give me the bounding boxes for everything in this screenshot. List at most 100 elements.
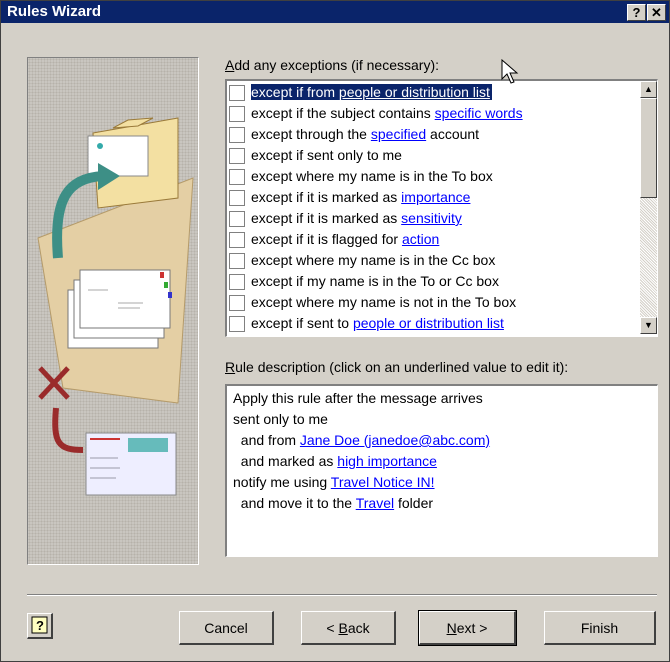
exception-text-before: except if sent only to me [251, 147, 402, 163]
description-label-accesskey: R [225, 359, 236, 375]
exception-checkbox[interactable] [229, 253, 245, 269]
exception-text: except if it is marked as importance [251, 189, 470, 205]
exception-checkbox[interactable] [229, 316, 245, 332]
exception-text: except where my name is in the Cc box [251, 252, 495, 268]
exception-item[interactable]: except if from people or distribution li… [227, 83, 637, 104]
description-link[interactable]: high importance [337, 453, 437, 469]
exception-text: except if it is flagged for action [251, 231, 439, 247]
exception-checkbox[interactable] [229, 232, 245, 248]
description-label-text: ule description (click on an underlined … [235, 359, 569, 375]
description-text-before: and from [233, 432, 300, 448]
exception-checkbox[interactable] [229, 106, 245, 122]
exception-text-before: except where my name is in the To box [251, 168, 493, 184]
rules-wizard-window: Rules Wizard ? ✕ Add any exceptions (if … [0, 0, 670, 662]
next-button-accesskey: N [446, 620, 457, 636]
exception-text: except if the subject contains specific … [251, 105, 523, 121]
exception-text: except where my name is in the To box [251, 168, 493, 184]
exception-item[interactable]: except where my name is not in the To bo… [227, 293, 637, 314]
cancel-button[interactable]: Cancel [179, 611, 274, 645]
exception-item[interactable]: except if it is flagged for action [227, 230, 637, 251]
exception-item[interactable]: except if it is marked as importance [227, 188, 637, 209]
window-title: Rules Wizard [7, 3, 102, 20]
description-text-after: folder [394, 495, 434, 511]
exception-text: except if sent to people or distribution… [251, 315, 504, 331]
svg-text:?: ? [36, 618, 44, 633]
exception-item[interactable]: except if sent to people or distribution… [227, 314, 637, 335]
next-button-label: ext > [456, 620, 488, 636]
exception-link[interactable]: people or distribution list [339, 84, 490, 100]
exception-text-before: except through the [251, 126, 371, 142]
exception-text-before: except if sent to [251, 315, 353, 331]
description-text-before: sent only to me [233, 411, 328, 427]
description-link[interactable]: Travel [356, 495, 394, 511]
back-button-accesskey: B [338, 620, 348, 636]
exception-text: except through the specified account [251, 126, 479, 142]
exception-checkbox[interactable] [229, 274, 245, 290]
exception-text-before: except where my name is not in the To bo… [251, 294, 517, 310]
exception-text: except where my name is not in the To bo… [251, 294, 516, 310]
exception-link[interactable]: importance [401, 189, 470, 205]
next-button[interactable]: Next > [418, 610, 517, 646]
exception-item[interactable]: except if my name is in the To or Cc box [227, 272, 637, 293]
exception-text: except if it is marked as sensitivity [251, 210, 462, 226]
description-text-before: and marked as [233, 453, 338, 469]
description-text-before: notify me using [233, 474, 331, 490]
exception-checkbox[interactable] [229, 295, 245, 311]
wizard-illustration [27, 57, 199, 565]
description-link[interactable]: Jane Doe (janedoe@abc.com) [300, 432, 490, 448]
exception-text: except if sent only to me [251, 147, 402, 163]
back-button-prefix: < [326, 620, 339, 636]
exception-text-before: except where my name is in the Cc box [251, 252, 496, 268]
exception-text-before: except if it is marked as [251, 210, 402, 226]
back-button[interactable]: < Back [301, 611, 396, 645]
exception-item[interactable]: except if sent only to me [227, 146, 637, 167]
exception-item[interactable]: except where my name is in the Cc box [227, 251, 637, 272]
exception-text-before: except if it is flagged for [251, 231, 402, 247]
exception-link[interactable]: specific words [435, 105, 523, 121]
rule-description-box[interactable]: Apply this rule after the message arrive… [225, 384, 658, 557]
exception-link[interactable]: action [402, 231, 439, 247]
exception-link[interactable]: specified [371, 126, 426, 142]
exceptions-scrollbar[interactable]: ▲ ▼ [640, 81, 657, 334]
exception-text-before: except if the subject contains [251, 105, 435, 121]
exception-text-after: account [426, 126, 480, 142]
mouse-cursor-icon [501, 59, 519, 84]
description-line: and from Jane Doe (janedoe@abc.com) [233, 432, 490, 448]
description-line: notify me using Travel Notice IN! [233, 474, 435, 490]
exception-checkbox[interactable] [229, 127, 245, 143]
exception-checkbox[interactable] [229, 211, 245, 227]
description-text-before: and move it to the [233, 495, 356, 511]
envelope-folder-illustration [37, 117, 194, 496]
exceptions-label-text: dd any exceptions (if necessary): [234, 57, 439, 73]
description-label: Rule description (click on an underlined… [225, 359, 568, 375]
exception-text: except if from people or distribution li… [251, 84, 492, 100]
close-button[interactable]: ✕ [647, 4, 666, 21]
exception-text: except if my name is in the To or Cc box [251, 273, 499, 289]
exception-checkbox[interactable] [229, 169, 245, 185]
description-link[interactable]: Travel Notice IN! [331, 474, 435, 490]
help-button[interactable]: ? [27, 613, 53, 639]
exceptions-list[interactable]: ▲ ▼ except if from people or distributio… [225, 79, 658, 337]
exception-checkbox[interactable] [229, 85, 245, 101]
finish-button[interactable]: Finish [544, 611, 656, 645]
exception-link[interactable]: people or distribution list [353, 315, 504, 331]
exception-checkbox[interactable] [229, 148, 245, 164]
exception-item[interactable]: except where my name is in the To box [227, 167, 637, 188]
exceptions-label-accesskey: A [225, 57, 235, 73]
exception-item[interactable]: except if the subject contains specific … [227, 104, 637, 125]
scroll-thumb[interactable] [640, 98, 657, 198]
title-bar: Rules Wizard ? ✕ [1, 1, 669, 23]
exceptions-label: Add any exceptions (if necessary): [225, 57, 439, 73]
scroll-up-button[interactable]: ▲ [640, 81, 657, 98]
back-button-label: ack [347, 620, 370, 636]
exception-link[interactable]: sensitivity [401, 210, 462, 226]
exception-item[interactable]: except if it is marked as sensitivity [227, 209, 637, 230]
description-line: and marked as high importance [233, 453, 437, 469]
scroll-down-button[interactable]: ▼ [640, 317, 657, 334]
title-help-button[interactable]: ? [627, 4, 646, 21]
exception-text-before: except if it is marked as [251, 189, 402, 205]
exception-text-before: except if my name is in the To or Cc box [251, 273, 499, 289]
exception-checkbox[interactable] [229, 190, 245, 206]
exception-text-before: except if from [251, 84, 339, 100]
exception-item[interactable]: except through the specified account [227, 125, 637, 146]
